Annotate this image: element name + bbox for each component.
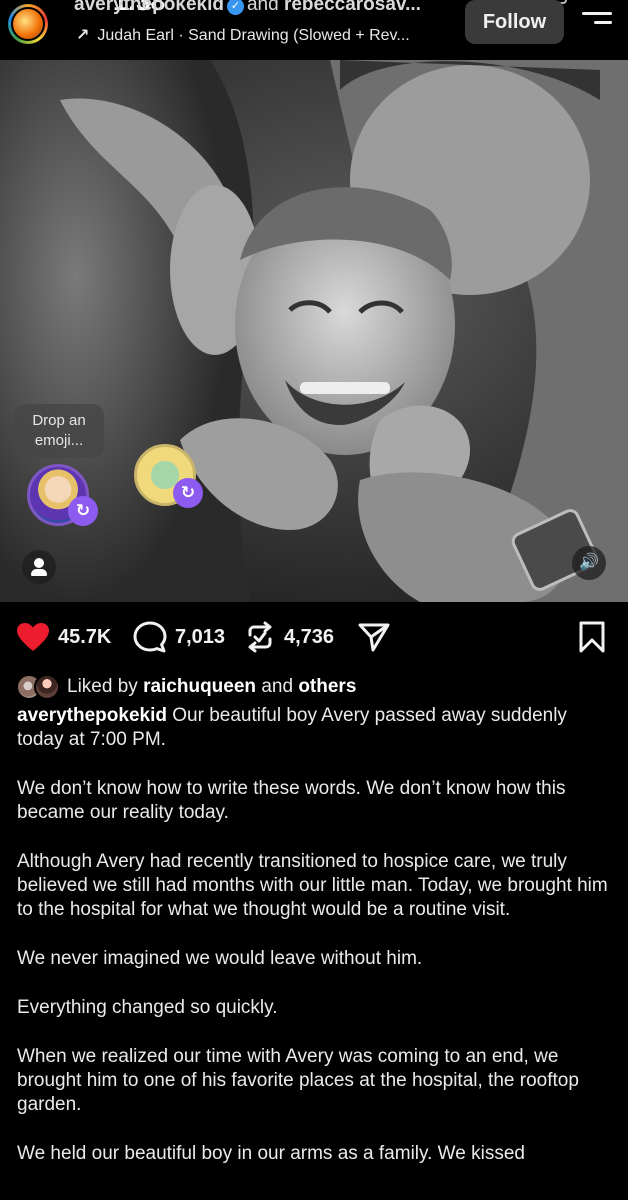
speaker-icon[interactable]: 🔊 (572, 546, 606, 580)
liked-prefix: Liked by (67, 676, 138, 697)
like-count: 45.7K (58, 625, 112, 648)
music-link[interactable]: ↗ Judah Earl · Sand Drawing (Slowed + Rev… (76, 25, 410, 45)
post-caption: averythepokekid Our beautiful boy Avery … (17, 704, 617, 1191)
author-username[interactable]: averythepokekid (74, 0, 224, 15)
emoji-prompt-text: Drop an emoji... (32, 412, 86, 449)
caption-paragraph: We held our beautiful boy in our arms as… (17, 1143, 525, 1164)
bookmark-icon (579, 621, 605, 653)
repost-icon (248, 621, 272, 653)
verified-badge-icon: ✓ (226, 0, 244, 15)
arrow-up-right-icon: ↗ (76, 27, 90, 44)
menu-icon[interactable] (582, 12, 612, 32)
likes-others-link[interactable]: others (298, 676, 356, 697)
post-header: 1:38 averythepokekid ✓ and rebeccarosav...… (0, 0, 628, 60)
emoji-prompt-bubble[interactable]: Drop an emoji... (14, 404, 104, 458)
post-screen: 1:38 averythepokekid ✓ and rebeccarosav...… (0, 0, 628, 1200)
liker-avatar (34, 674, 60, 700)
and-text: and (246, 0, 279, 15)
like-button[interactable]: 45.7K (16, 616, 111, 658)
caption-paragraph: Everything changed so quickly. (17, 997, 278, 1018)
caption-paragraph: We don’t know how to write these words. … (17, 778, 566, 823)
send-icon (358, 623, 390, 652)
caption-username[interactable]: averythepokekid (17, 705, 167, 726)
action-bar: 45.7K 7,013 4,736 (0, 616, 628, 658)
liked-and: and (261, 676, 294, 697)
comment-count: 7,013 (175, 625, 226, 648)
comment-icon (133, 621, 167, 653)
author-avatar[interactable] (8, 4, 48, 44)
comment-button[interactable]: 7,013 (133, 616, 225, 658)
caption-paragraph: We never imagined we would leave without… (17, 948, 423, 969)
liked-by-row[interactable]: Liked by raichuqueen and others (16, 673, 356, 701)
post-photo[interactable]: Drop an emoji... ↻ ↻ 🔊 (0, 60, 628, 602)
user-tag-icon[interactable] (22, 550, 56, 584)
music-title: Judah Earl · Sand Drawing (Slowed + Rev.… (97, 27, 410, 44)
caption-paragraph: averythepokekid Our beautiful boy Avery … (17, 705, 567, 750)
liked-by-text: Liked by raichuqueen and others (67, 676, 356, 698)
avatar-image (11, 7, 45, 41)
save-button[interactable] (578, 616, 606, 658)
liker-username[interactable]: raichuqueen (143, 676, 256, 697)
heart-icon (17, 623, 49, 651)
sync-icon: ↻ (173, 478, 203, 508)
sync-icon: ↻ (68, 496, 98, 526)
share-button[interactable] (358, 616, 390, 658)
follow-button[interactable]: Follow (465, 0, 564, 44)
caption-paragraph: When we realized our time with Avery was… (17, 1046, 579, 1115)
repost-button[interactable]: 4,736 (244, 616, 334, 658)
coauthor-username[interactable]: rebeccarosav... (284, 0, 421, 15)
author-line: averythepokekid ✓ and rebeccarosav... (74, 0, 421, 16)
repost-count: 4,736 (284, 625, 335, 648)
caption-paragraph: Although Avery had recently transitioned… (17, 851, 608, 920)
